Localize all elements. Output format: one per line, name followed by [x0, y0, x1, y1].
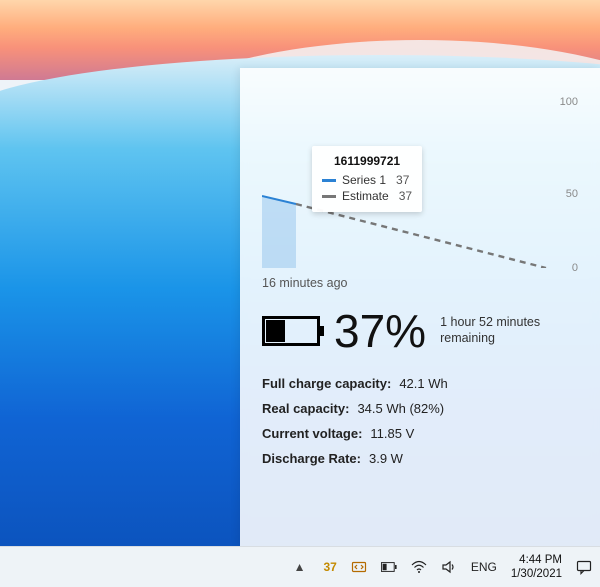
stat-key: Full charge capacity:: [262, 376, 391, 391]
tooltip-title: 1611999721: [322, 154, 412, 168]
stat-row: Full charge capacity: 42.1 Wh: [262, 376, 578, 391]
battery-flyout: 100 50 0 1611999721 Series 1 37 Estimate…: [240, 68, 600, 547]
battery-percent: 37%: [334, 308, 426, 354]
action-center-icon[interactable]: [576, 559, 592, 575]
series-swatch-icon: [322, 179, 336, 182]
tooltip-series-value: 37: [399, 188, 412, 204]
input-language-indicator[interactable]: ENG: [471, 560, 497, 574]
stat-value: 42.1 Wh: [399, 376, 447, 391]
clock-time: 4:44 PM: [511, 553, 562, 567]
stat-key: Real capacity:: [262, 401, 349, 416]
tooltip-series-label: Estimate: [342, 188, 389, 204]
tooltip-row: Series 1 37: [322, 172, 412, 188]
tray-overflow-chevron-icon[interactable]: ▲: [290, 560, 310, 574]
y-axis-tick: 100: [560, 96, 578, 108]
clock-date: 1/30/2021: [511, 567, 562, 581]
taskbar: ▲ 37 ENG 4:44 PM 1/30/2021: [0, 546, 600, 587]
stat-row: Real capacity: 34.5 Wh (82%): [262, 401, 578, 416]
stat-value: 34.5 Wh (82%): [357, 401, 444, 416]
battery-tray-icon[interactable]: [381, 559, 397, 575]
battery-chart[interactable]: 100 50 0 1611999721 Series 1 37 Estimate…: [262, 88, 578, 268]
y-axis-tick: 0: [572, 262, 578, 274]
stat-key: Current voltage:: [262, 426, 362, 441]
onedrive-tray-icon[interactable]: [351, 559, 367, 575]
wifi-tray-icon[interactable]: [411, 559, 427, 575]
tooltip-row: Estimate 37: [322, 188, 412, 204]
tray-battery-percent[interactable]: 37: [323, 560, 336, 574]
tooltip-series-value: 37: [396, 172, 409, 188]
chart-tooltip: 1611999721 Series 1 37 Estimate 37: [312, 146, 422, 212]
stat-value: 3.9 W: [369, 451, 403, 466]
battery-summary-row: 37% 1 hour 52 minutes remaining: [262, 308, 578, 354]
volume-tray-icon[interactable]: [441, 559, 457, 575]
taskbar-clock[interactable]: 4:44 PM 1/30/2021: [511, 553, 562, 581]
battery-stats: Full charge capacity: 42.1 Wh Real capac…: [262, 376, 578, 466]
stat-row: Current voltage: 11.85 V: [262, 426, 578, 441]
series-swatch-icon: [322, 195, 336, 198]
stat-row: Discharge Rate: 3.9 W: [262, 451, 578, 466]
y-axis-tick: 50: [566, 188, 578, 200]
tooltip-series-label: Series 1: [342, 172, 386, 188]
stat-value: 11.85 V: [370, 426, 414, 441]
time-ago-label: 16 minutes ago: [262, 276, 578, 290]
stat-key: Discharge Rate:: [262, 451, 361, 466]
battery-icon: [262, 316, 320, 346]
time-remaining: 1 hour 52 minutes remaining: [440, 315, 560, 346]
